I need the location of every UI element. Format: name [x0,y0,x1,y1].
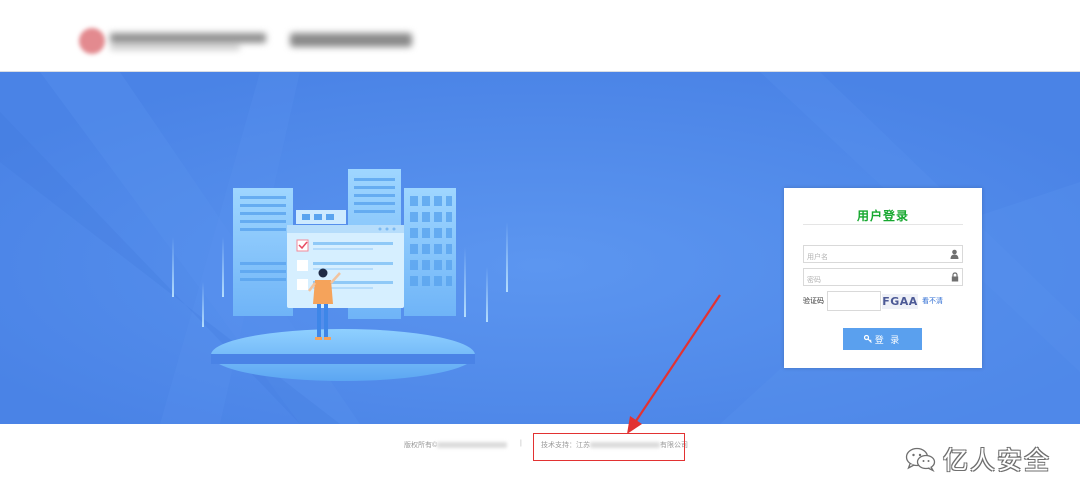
captcha-refresh-link[interactable]: 看不清 [922,296,943,306]
copyright-prefix: 版权所有© [404,442,438,449]
captcha-input[interactable] [828,294,878,313]
username-input[interactable] [804,249,944,266]
login-title: 用户登录 [856,209,909,223]
wechat-icon [905,447,936,472]
org-name-redacted [110,30,270,52]
login-button[interactable]: 登 录 [843,328,922,350]
login-panel: 用户登录 验证码 FGAA 看不清 [784,188,982,368]
page-footer: 版权所有© | 技术支持：江苏 有限公司 亿人安全 [0,424,1080,504]
login-page: 用户登录 验证码 FGAA 看不清 [0,0,1080,504]
key-icon [863,335,872,343]
captcha-field[interactable] [827,291,881,313]
watermark-text: 亿人安全 [943,446,1052,475]
captcha-image[interactable]: FGAA [882,294,918,309]
password-field[interactable] [803,268,963,289]
copyright-text: 版权所有© [404,440,508,450]
password-input[interactable] [804,272,944,289]
lock-icon [951,272,959,282]
title-divider [803,224,963,225]
captcha-label: 验证码 [803,298,824,305]
system-name-redacted [290,33,412,47]
top-header [0,0,1080,72]
login-button-label: 登 录 [874,334,902,345]
footer-separator: | [520,440,522,447]
watermark: 亿人安全 [905,443,1051,475]
username-field[interactable] [803,245,963,266]
org-emblem-logo [79,28,105,54]
redacted-org-name [437,442,508,449]
red-highlight-box [533,433,685,461]
user-icon [950,249,959,259]
